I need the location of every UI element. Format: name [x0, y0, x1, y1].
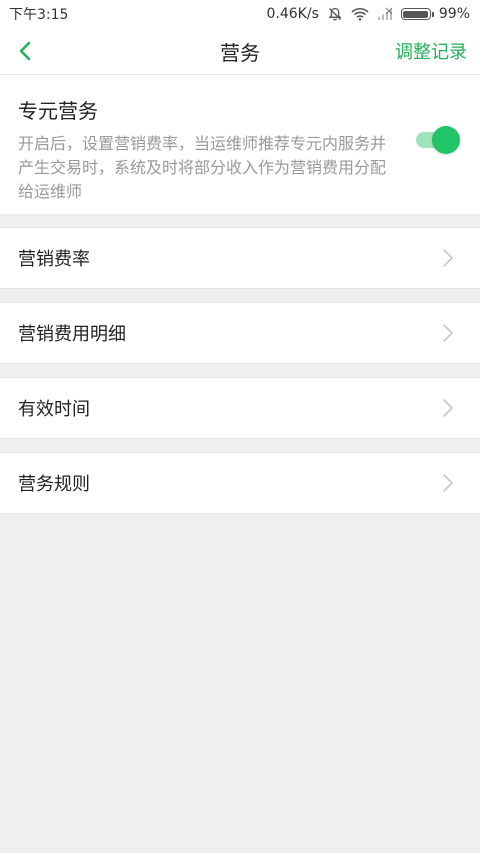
menu-item-marketing-expense-details[interactable]: 营销费用明细 [0, 302, 480, 364]
adjust-records-button[interactable]: 调整记录 [395, 38, 467, 64]
chevron-right-icon [442, 322, 454, 344]
section-divider [0, 289, 480, 302]
status-time: 下午3:15 [9, 7, 69, 23]
battery-percent: 99% [438, 6, 470, 22]
switch-knob [432, 126, 460, 154]
navigation-bar: 营务 调整记录 [0, 28, 480, 75]
toggle-title: 专元营务 [18, 99, 98, 123]
chevron-right-icon [442, 397, 454, 419]
chevron-right-icon [442, 247, 454, 269]
chevron-left-icon [18, 40, 32, 62]
signal-icon [377, 7, 393, 21]
menu-item-valid-time[interactable]: 有效时间 [0, 377, 480, 439]
battery-icon [400, 8, 434, 20]
chevron-right-icon [442, 472, 454, 494]
wifi-icon [351, 7, 369, 21]
menu-item-business-rules[interactable]: 营务规则 [0, 452, 480, 514]
marketing-toggle-section: 专元营务 开启后，设置营销费率，当运维师推荐专元内服务并产生交易时，系统及时将部… [0, 75, 480, 214]
toggle-description: 开启后，设置营销费率，当运维师推荐专元内服务并产生交易时，系统及时将部分收入作为… [18, 134, 387, 201]
menu-item-label: 有效时间 [18, 399, 90, 420]
network-speed: 0.46K/s [266, 6, 319, 22]
status-indicators: 0.46K/s 99% [267, 6, 471, 22]
back-button[interactable] [18, 28, 58, 74]
menu-item-label: 营务规则 [18, 474, 90, 495]
section-divider [0, 439, 480, 452]
menu-item-marketing-rate[interactable]: 营销费率 [0, 227, 480, 289]
menu-item-label: 营销费率 [18, 249, 90, 270]
battery-fill [403, 10, 429, 18]
section-divider [0, 214, 480, 227]
bell-muted-icon [327, 6, 343, 22]
status-bar: 下午3:15 0.46K/s 99% [0, 0, 480, 28]
section-divider [0, 364, 480, 377]
menu-item-label: 营销费用明细 [18, 324, 126, 345]
marketing-toggle-switch[interactable] [416, 126, 460, 154]
